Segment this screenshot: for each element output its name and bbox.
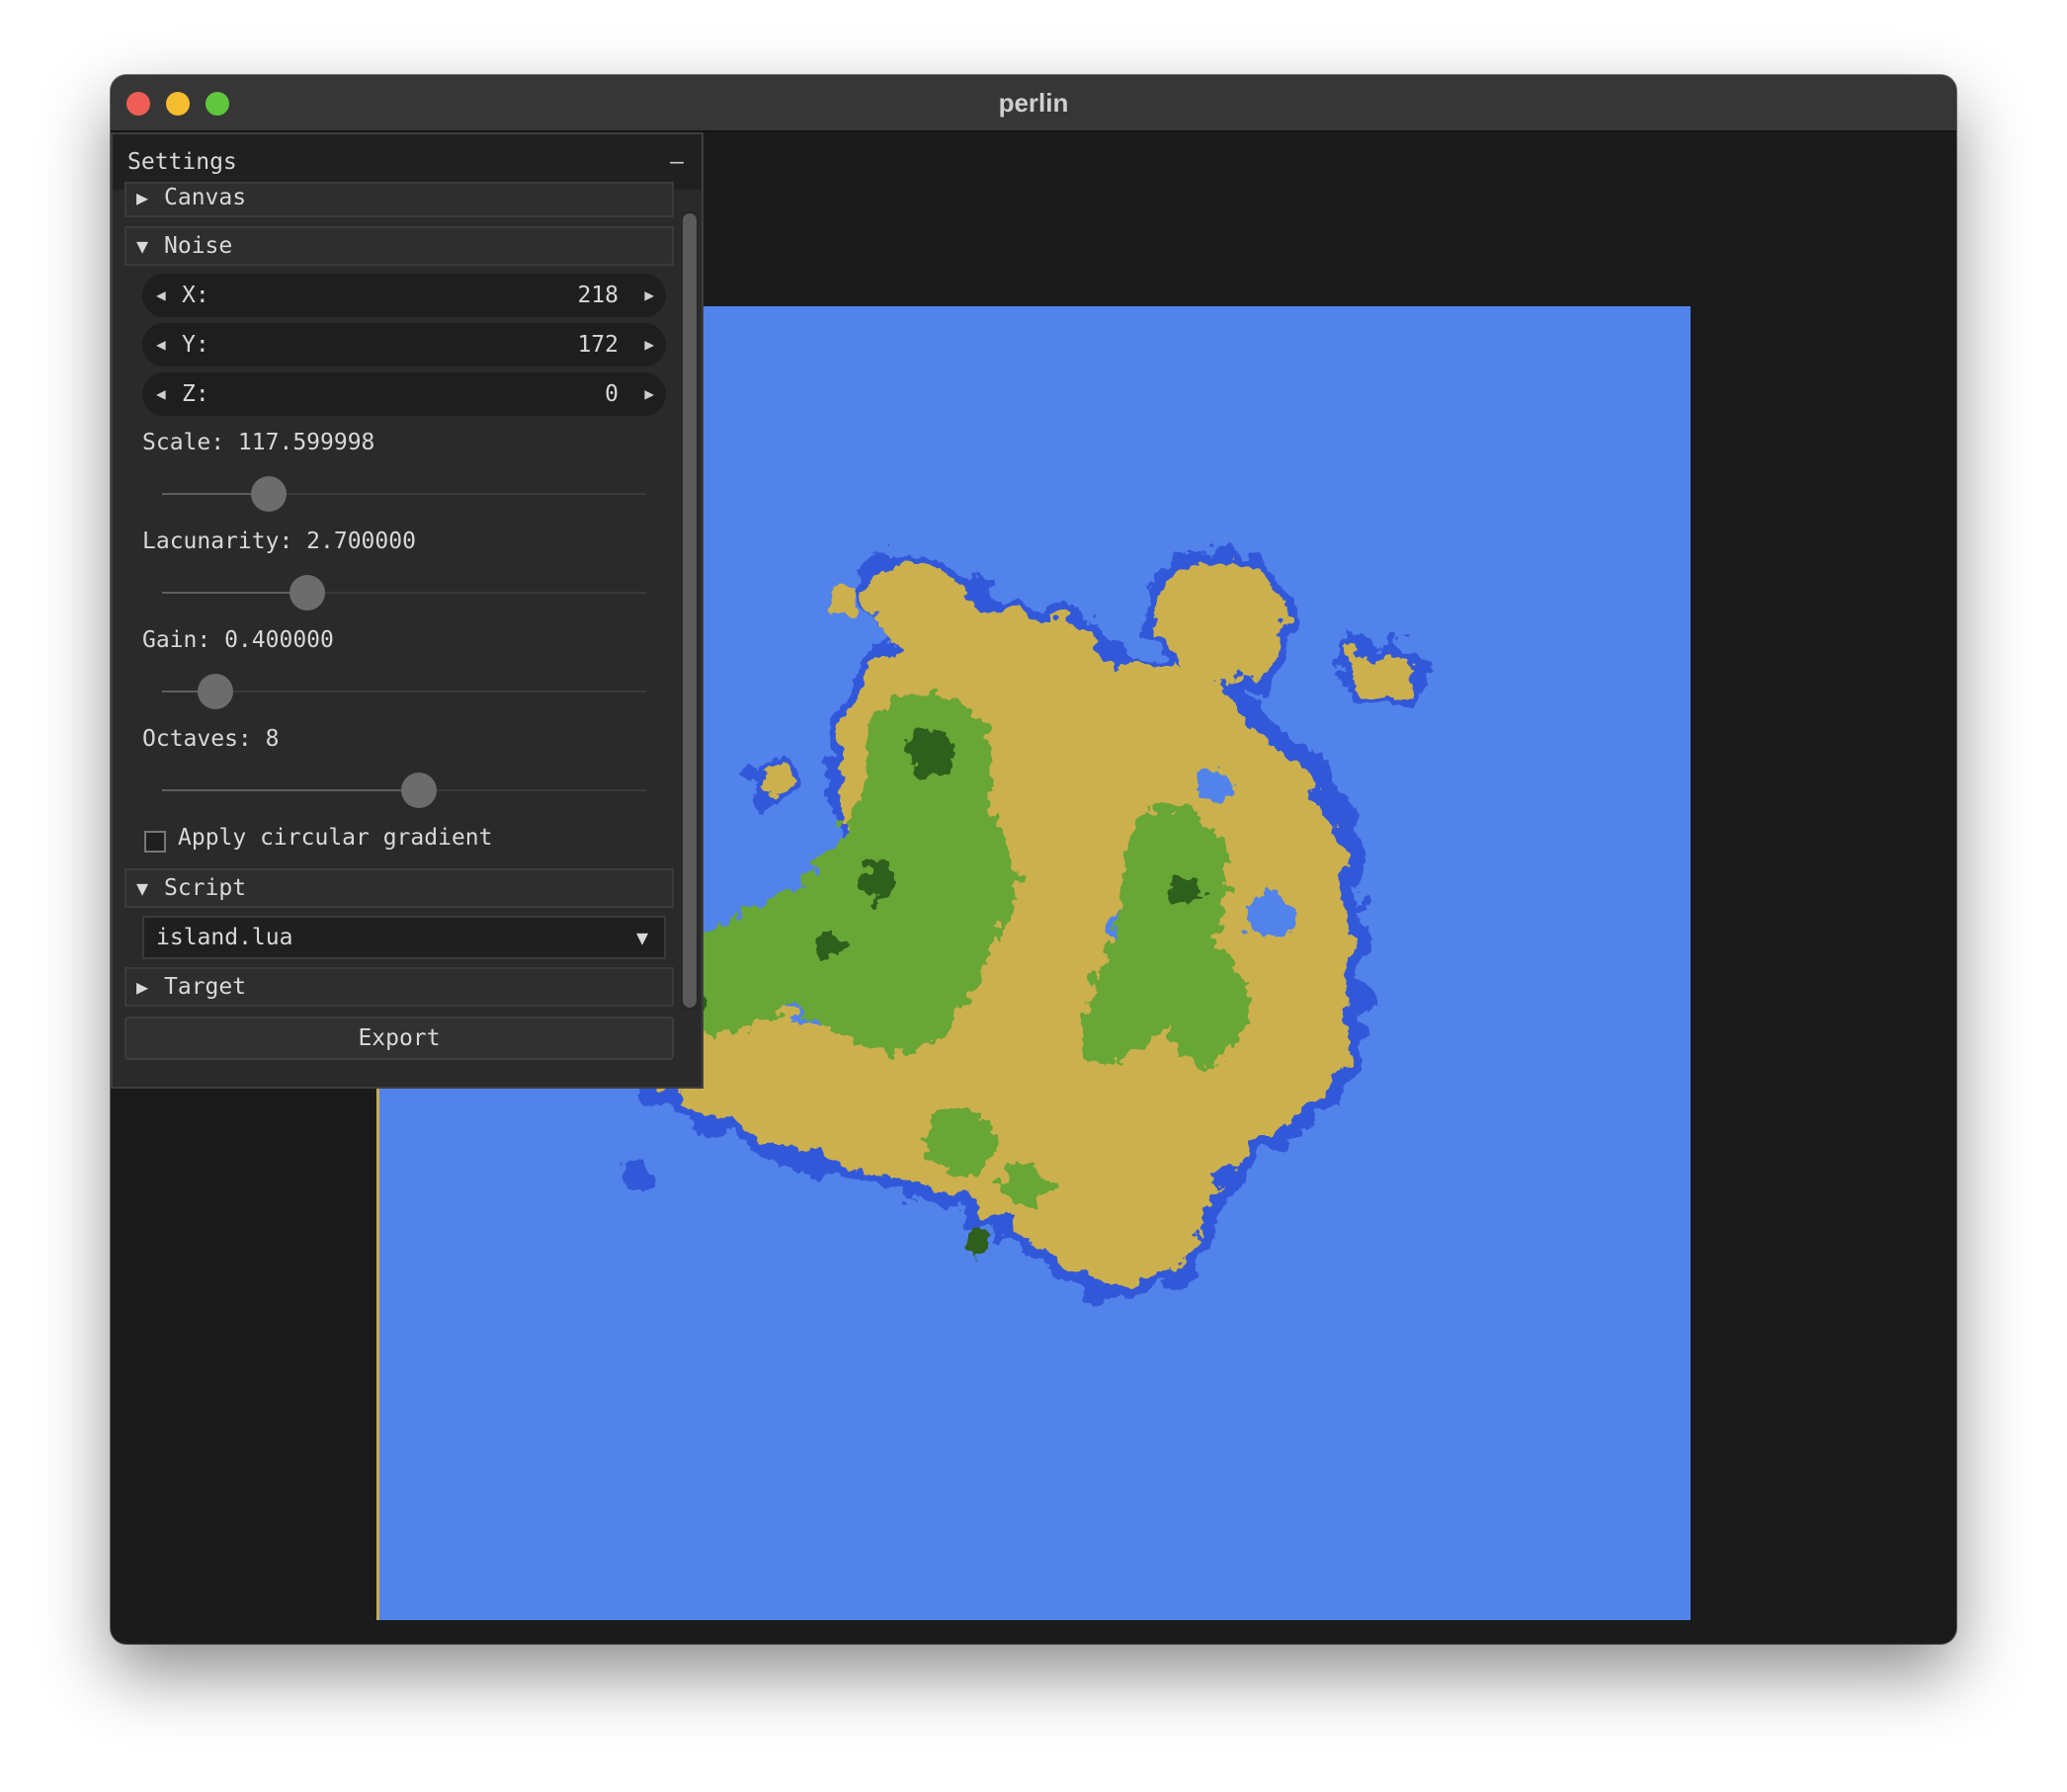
noise-x-field[interactable]: ◀ X: 218 ▶ [142, 274, 666, 317]
expand-arrow-icon: ▶ [136, 975, 149, 999]
collapse-arrow-icon: ▼ [136, 876, 149, 900]
export-button[interactable]: Export [124, 1017, 674, 1060]
window-title: perlin [998, 88, 1069, 118]
scrollbar-thumb[interactable] [683, 213, 697, 1008]
circular-gradient-checkbox[interactable] [144, 831, 166, 853]
decrement-arrow-icon[interactable]: ◀ [156, 274, 166, 317]
section-label-canvas: Canvas [164, 185, 247, 210]
lacunarity-slider[interactable] [162, 575, 646, 611]
increment-arrow-icon[interactable]: ▶ [644, 274, 654, 317]
noise-y-field[interactable]: ◀ Y: 172 ▶ [142, 323, 666, 367]
section-header-noise[interactable]: ▼ Noise [124, 226, 674, 266]
script-select-value: island.lua [156, 925, 293, 950]
noise-x-value[interactable]: 218 [577, 274, 619, 317]
settings-scrollbar[interactable] [682, 211, 698, 1010]
octaves-label: Octaves: 8 [142, 726, 280, 752]
script-select[interactable]: island.lua ▼ [142, 916, 666, 959]
scale-slider[interactable] [162, 476, 646, 512]
collapse-arrow-icon: ▼ [136, 234, 149, 258]
gain-slider-handle[interactable] [197, 674, 233, 709]
title-bar[interactable]: perlin [111, 75, 1956, 132]
increment-arrow-icon[interactable]: ▶ [644, 372, 654, 416]
settings-panel: Settings – ▶ Canvas ▼ Noise ◀ X: 218 ▶ ◀ Y… [111, 132, 703, 1089]
lacunarity-label: Lacunarity: 2.700000 [142, 529, 416, 554]
noise-z-field[interactable]: ◀ Z: 0 ▶ [142, 372, 666, 416]
chevron-down-icon: ▼ [635, 926, 648, 949]
section-label-target: Target [164, 974, 247, 1000]
increment-arrow-icon[interactable]: ▶ [644, 323, 654, 367]
gain-label: Gain: 0.400000 [142, 627, 334, 653]
noise-x-label: X: [182, 283, 209, 308]
octaves-slider-fill [162, 789, 419, 791]
section-label-noise: Noise [164, 233, 233, 259]
octaves-slider[interactable] [162, 773, 646, 808]
app-window: perlin Settings – ▶ Canvas ▼ Noise ◀ X: … [111, 75, 1956, 1644]
settings-title: Settings [127, 149, 237, 175]
decrement-arrow-icon[interactable]: ◀ [156, 323, 166, 367]
noise-y-value[interactable]: 172 [577, 323, 619, 367]
scale-label: Scale: 117.599998 [142, 430, 375, 455]
section-label-script: Script [164, 875, 247, 901]
section-header-script[interactable]: ▼ Script [124, 868, 674, 908]
lacunarity-slider-fill [162, 592, 307, 594]
expand-arrow-icon: ▶ [136, 186, 149, 209]
section-header-canvas[interactable]: ▶ Canvas [124, 182, 674, 217]
noise-y-label: Y: [182, 332, 209, 358]
octaves-slider-handle[interactable] [400, 773, 437, 808]
noise-z-value[interactable]: 0 [605, 372, 619, 416]
decrement-arrow-icon[interactable]: ◀ [156, 372, 166, 416]
gain-slider[interactable] [162, 674, 646, 709]
section-header-target[interactable]: ▶ Target [124, 967, 674, 1007]
circular-gradient-label[interactable]: Apply circular gradient [178, 825, 493, 851]
noise-z-label: Z: [182, 381, 209, 407]
scale-slider-handle[interactable] [250, 476, 287, 512]
lacunarity-slider-handle[interactable] [289, 575, 325, 611]
window-content: Settings – ▶ Canvas ▼ Noise ◀ X: 218 ▶ ◀ Y… [111, 132, 1956, 1644]
